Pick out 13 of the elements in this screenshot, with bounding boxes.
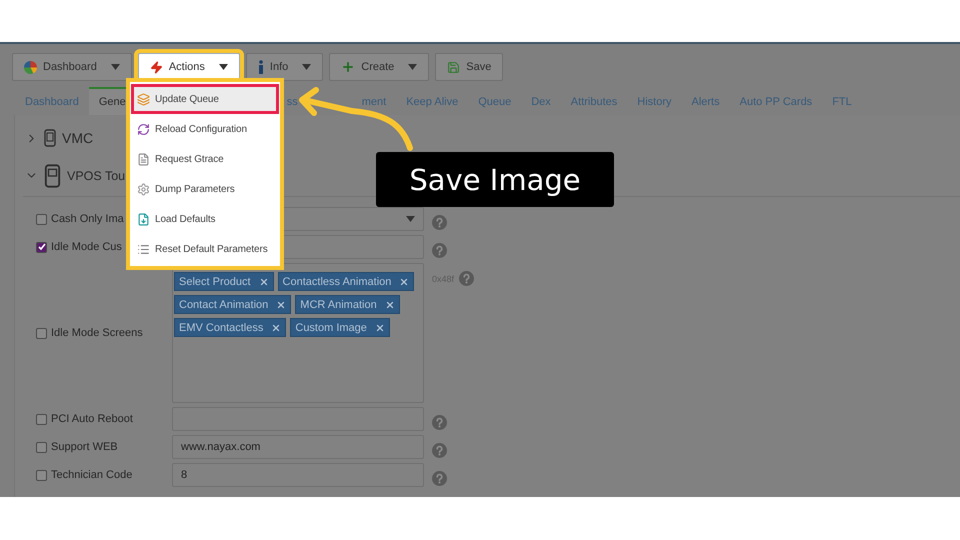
tag: Select Product xyxy=(174,272,274,291)
tag: MCR Animation xyxy=(295,295,400,314)
callout-label: Save Image xyxy=(376,152,614,207)
section-title: VMC xyxy=(62,130,94,146)
field-label: Support WEB xyxy=(36,441,172,453)
tag: Contact Animation xyxy=(174,295,292,314)
field-label: Idle Mode Screens xyxy=(36,327,172,339)
section-title: VPOS Tou xyxy=(67,168,126,182)
field-label: PCI Auto Reboot xyxy=(36,413,172,425)
tag: Contactless Animation xyxy=(278,272,414,291)
field-label: Technician Code xyxy=(36,469,172,481)
tag: EMV Contactless xyxy=(174,318,286,337)
tag: Custom Image xyxy=(290,318,390,337)
